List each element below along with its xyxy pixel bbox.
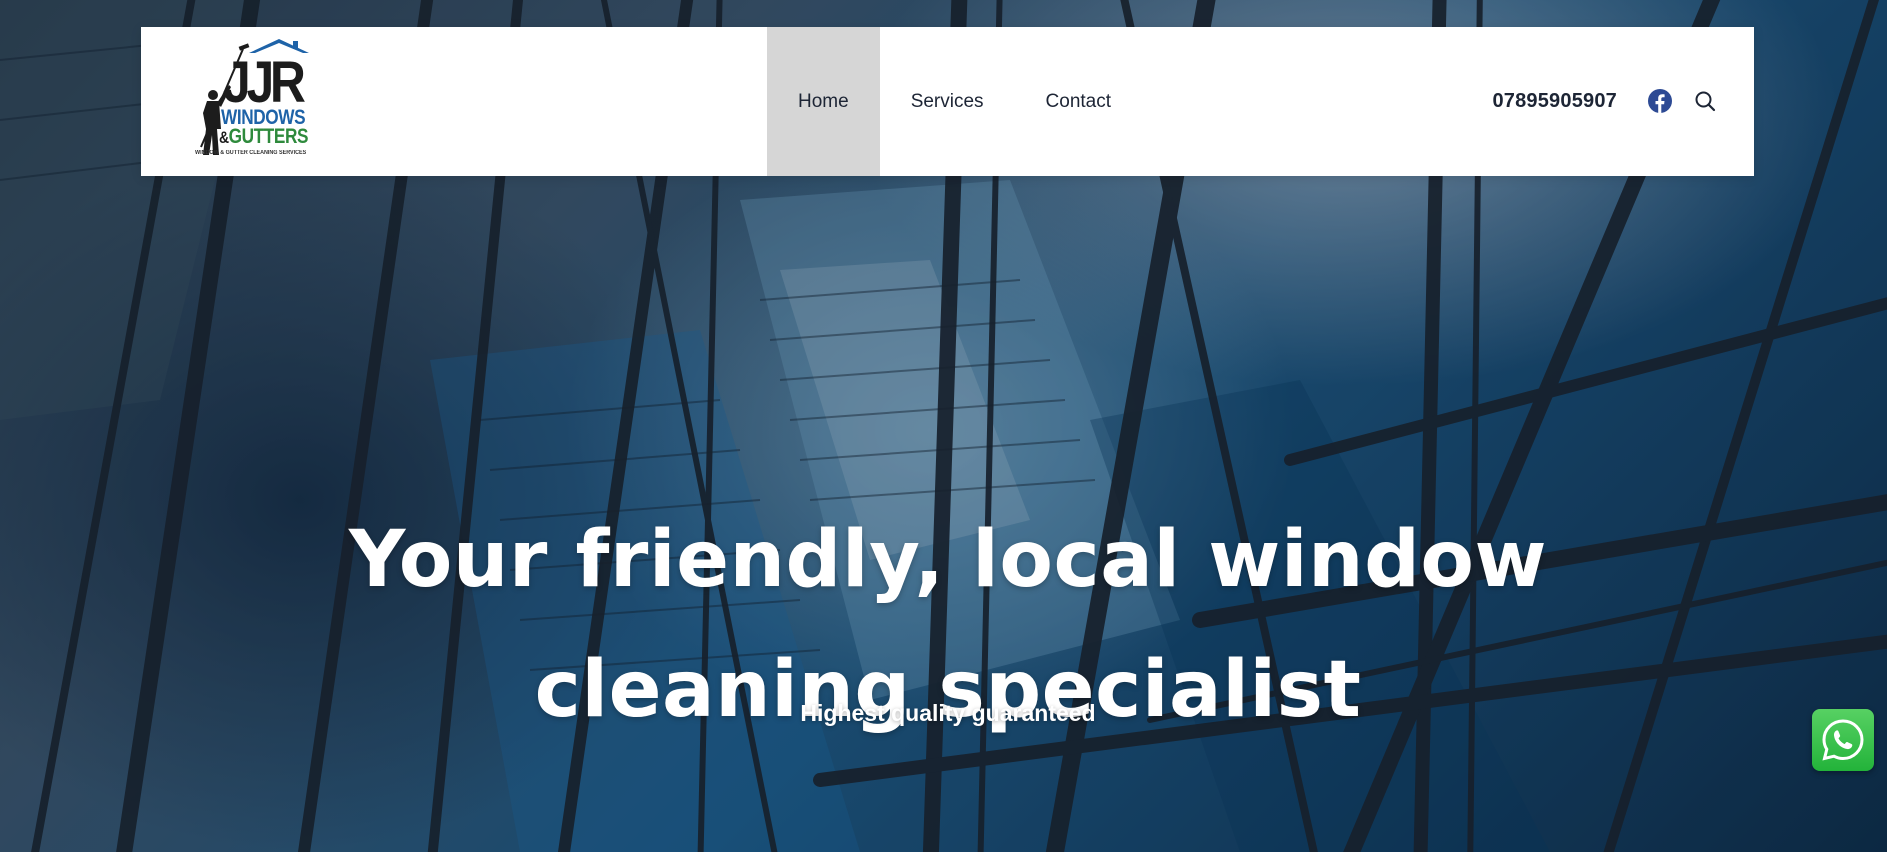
logo-tagline: WINDOW & GUTTER CLEANING SERVICES	[195, 150, 307, 156]
logo-gutters-word: GUTTERS	[228, 125, 309, 148]
phone-number[interactable]: 07895905907	[1492, 27, 1617, 176]
nav-item-services[interactable]: Services	[880, 27, 1015, 176]
jjr-logo[interactable]: JJR WINDOWS &GUTTERS WINDOW & GUTTER CLE…	[191, 37, 325, 165]
nav-item-contact[interactable]: Contact	[1015, 27, 1142, 176]
whatsapp-button[interactable]	[1812, 709, 1874, 771]
logo-ampersand: &	[219, 128, 229, 147]
main-nav: Home Services Contact	[767, 27, 1142, 176]
logo-brand-text: JJR	[223, 50, 306, 115]
hero-subtitle: Highest quality guaranteed	[800, 700, 1096, 726]
facebook-icon[interactable]	[1648, 89, 1672, 113]
whatsapp-icon	[1822, 719, 1864, 761]
hero-title-line-1: Your friendly, local window	[348, 515, 1548, 606]
logo-gutters-text: &GUTTERS	[219, 126, 308, 147]
nav-item-home[interactable]: Home	[767, 27, 880, 176]
hero-title-line-2: cleaning specialist	[534, 645, 1362, 736]
site-header: JJR WINDOWS &GUTTERS WINDOW & GUTTER CLE…	[141, 27, 1754, 176]
search-icon[interactable]	[1694, 90, 1716, 112]
